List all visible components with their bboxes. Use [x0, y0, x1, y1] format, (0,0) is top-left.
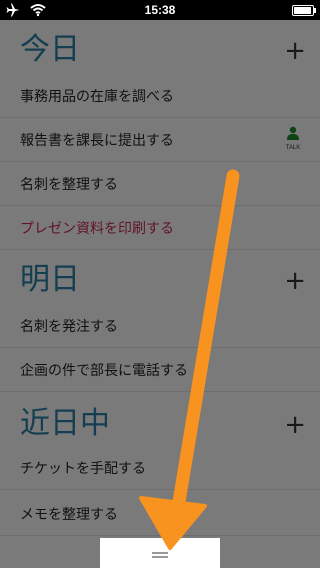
clock: 15:38	[144, 3, 176, 17]
swipe-down-arrow-icon	[139, 169, 240, 550]
battery-level	[294, 7, 312, 14]
battery-icon	[292, 5, 316, 16]
status-bar: 15:38	[0, 0, 320, 20]
app-screen: 今日 + 事務用品の在庫を調べる 報告書を課長に提出する TALK 名刺を整理す…	[0, 0, 320, 568]
